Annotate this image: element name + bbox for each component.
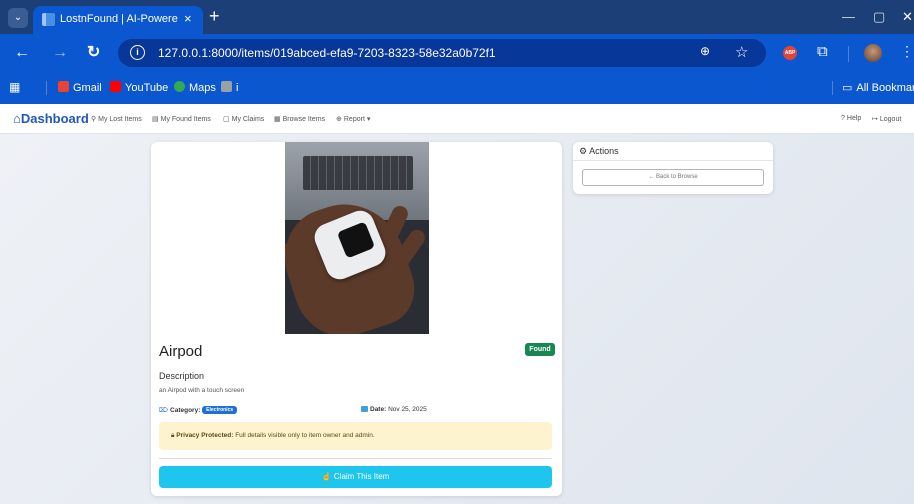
- inbox-icon: ▤: [152, 116, 159, 123]
- reload-icon[interactable]: ↻: [87, 44, 100, 62]
- category-badge: Electronics: [202, 406, 238, 414]
- forward-arrow-icon[interactable]: →: [52, 44, 68, 62]
- claim-item-button[interactable]: ☝ Claim This Item: [159, 466, 552, 488]
- logout-icon: ↦: [872, 116, 878, 123]
- privacy-alert: 🔒︎ Privacy Protected: Full details visib…: [159, 422, 552, 450]
- google-icon: [174, 81, 185, 92]
- browser-tab-active[interactable]: LostnFound | AI-Powered Lo ×: [33, 6, 203, 34]
- home-icon: ⌂: [13, 111, 21, 126]
- hand-icon: ☝: [321, 472, 332, 481]
- toolbar-divider: [848, 46, 849, 62]
- actions-divider: [573, 160, 773, 161]
- main-content: Airpod Found Description an Airpod with …: [0, 134, 914, 504]
- nav-brand-dashboard[interactable]: ⌂Dashboard: [13, 111, 89, 126]
- card-divider: [159, 458, 552, 459]
- back-to-browse-button[interactable]: ← Back to Browse: [582, 169, 764, 186]
- nav-browse-items[interactable]: ▦ Browse Items: [274, 115, 325, 123]
- bookmark-youtube[interactable]: YouTube: [110, 81, 168, 94]
- gmail-icon: [58, 81, 69, 92]
- bookmarks-bar: ▦ Gmail YouTube Maps i ▭All Bookmarks: [0, 72, 914, 104]
- browser-tab-strip: ⌄ LostnFound | AI-Powered Lo × + — ▢ ✕: [0, 0, 914, 34]
- bookmark-extra[interactable]: i: [221, 81, 238, 94]
- date-meta: Date: Nov 25, 2025: [361, 406, 427, 413]
- back-arrow-icon[interactable]: ←: [14, 44, 30, 62]
- tag-icon: ⌦: [159, 407, 169, 414]
- help-circle-icon: ?: [841, 115, 845, 122]
- address-url[interactable]: 127.0.0.1:8000/items/019abced-efa9-7203-…: [158, 46, 496, 60]
- caret-down-icon: ▾: [366, 116, 371, 123]
- description-heading: Description: [159, 371, 205, 381]
- apps-grid-icon[interactable]: ▦: [9, 80, 20, 94]
- tab-close-icon[interactable]: ×: [184, 11, 192, 26]
- site-info-icon[interactable]: i: [130, 45, 145, 60]
- actions-panel: ⚙ Actions ← Back to Browse: [573, 142, 773, 194]
- lock-icon: 🔒︎: [171, 432, 175, 439]
- grid-icon: ▦: [274, 116, 281, 123]
- search-icon: ⚲: [91, 116, 97, 123]
- nav-my-found-items[interactable]: ▤ My Found Items: [152, 115, 211, 123]
- actions-heading: ⚙ Actions: [579, 146, 619, 156]
- new-tab-icon[interactable]: +: [209, 6, 220, 26]
- item-detail-card: Airpod Found Description an Airpod with …: [151, 142, 562, 496]
- adblock-extension-icon[interactable]: ABP: [783, 46, 797, 60]
- youtube-icon: [110, 81, 121, 92]
- category-meta: ⌦ Category: Electronics: [159, 406, 238, 414]
- browser-menu-icon[interactable]: ⋮: [900, 43, 914, 60]
- nav-my-lost-items[interactable]: ⚲ My Lost Items: [91, 115, 142, 123]
- browser-toolbar: ← → ↻ i 127.0.0.1:8000/items/019abced-ef…: [0, 34, 914, 72]
- item-photo: [285, 142, 429, 334]
- restore-icon[interactable]: ▢: [873, 9, 885, 25]
- clipboard-icon: ▢: [223, 116, 230, 123]
- status-badge: Found: [525, 343, 555, 356]
- nav-report-dropdown[interactable]: ⊕ Report ▾: [336, 115, 370, 123]
- nav-help[interactable]: ? Help: [841, 115, 861, 122]
- gear-icon: ⚙: [579, 146, 588, 156]
- bookmark-star-icon[interactable]: ☆: [735, 43, 748, 61]
- nav-my-claims[interactable]: ▢ My Claims: [223, 115, 264, 123]
- photo-keyboard: [303, 156, 413, 190]
- tab-search-chevron-icon[interactable]: ⌄: [8, 8, 28, 28]
- nav-logout[interactable]: ↦ Logout: [872, 115, 901, 123]
- bookmarks-divider: [46, 81, 47, 95]
- bookmark-gmail[interactable]: Gmail: [58, 81, 102, 94]
- minimize-icon[interactable]: —: [842, 9, 855, 24]
- calendar-icon: [361, 406, 368, 412]
- tab-title: LostnFound | AI-Powered Lo: [60, 13, 178, 25]
- tab-favicon-icon: [42, 13, 55, 26]
- folder-icon: ▭: [842, 82, 853, 94]
- bookmark-maps[interactable]: Maps: [174, 81, 216, 94]
- extensions-puzzle-icon[interactable]: ⧉: [817, 43, 828, 60]
- profile-avatar-icon[interactable]: [864, 44, 882, 62]
- bookmarks-divider-right: [832, 81, 833, 95]
- zoom-icon[interactable]: ⊕: [700, 44, 710, 58]
- plus-circle-icon: ⊕: [336, 116, 342, 123]
- address-bar[interactable]: i 127.0.0.1:8000/items/019abced-efa9-720…: [118, 39, 766, 67]
- item-title: Airpod: [159, 343, 203, 360]
- app-navbar: ⌂Dashboard ⚲ My Lost Items ▤ My Found Item…: [0, 104, 914, 134]
- description-text: an Airpod with a touch screen: [159, 387, 245, 394]
- close-window-icon[interactable]: ✕: [902, 9, 913, 25]
- all-bookmarks[interactable]: ▭All Bookmarks: [842, 81, 914, 94]
- bookmark-favicon-icon: [221, 81, 232, 92]
